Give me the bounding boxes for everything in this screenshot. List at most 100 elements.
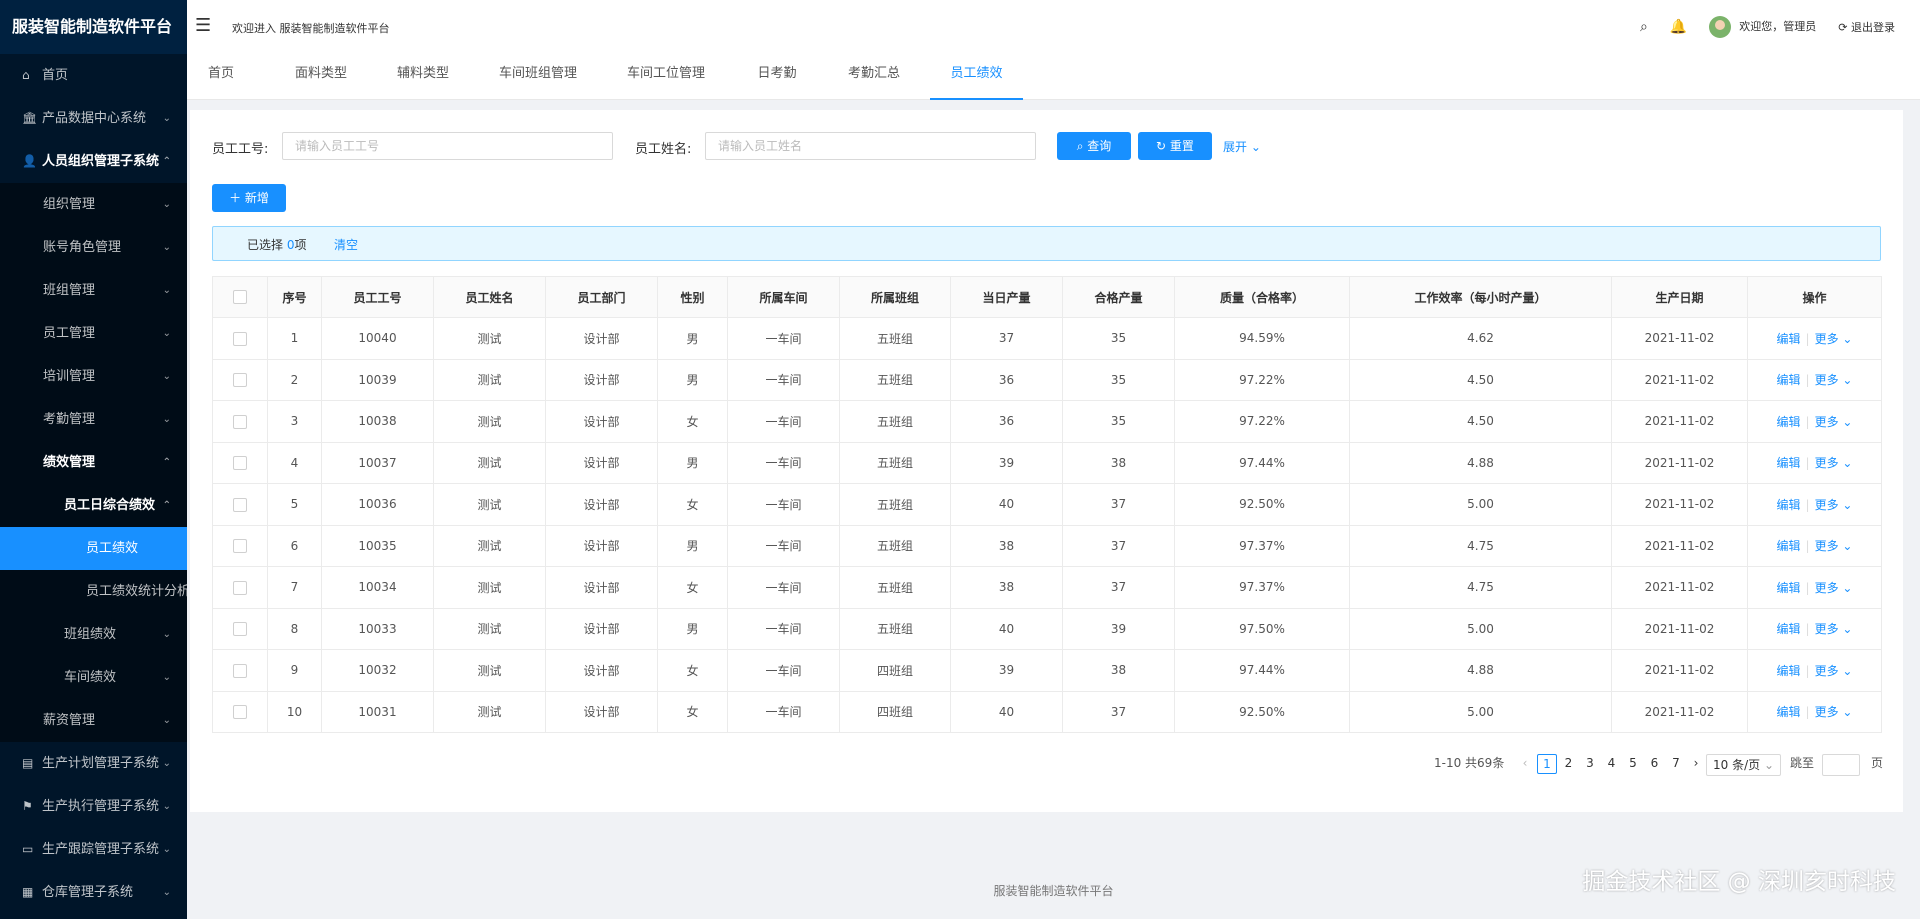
add-button[interactable]: ＋ 新增	[212, 184, 286, 212]
emp-name-input[interactable]: 请输入员工姓名	[705, 132, 1036, 160]
table-row[interactable]: 9 10032 测试 设计部女一车间 四班组 39 38 97.44% 4.88 2021-11-…	[212, 649, 1882, 692]
row-checkbox[interactable]	[233, 705, 247, 719]
row-checkbox-cell[interactable]	[212, 317, 268, 360]
row-checkbox[interactable]	[233, 456, 247, 470]
table-row[interactable]: 8 10033 测试 设计部男一车间 五班组 40 39 97.50% 5.00 2021-11-…	[212, 607, 1882, 650]
row-checkbox-cell[interactable]	[212, 566, 268, 609]
row-checkbox-cell[interactable]	[212, 358, 268, 401]
sidebar-item-emp-daily-perf[interactable]: 员工日综合绩效 ⌃	[0, 484, 187, 527]
table-row[interactable]: 10 10031 测试 设计部女一车间 四班组 40 37 92.50% 5.00 2021-11…	[212, 690, 1882, 733]
tab-workshop-team[interactable]: 车间班组管理	[498, 54, 578, 100]
edit-link[interactable]: 编辑	[1777, 498, 1801, 512]
sidebar-item-product-data[interactable]: 🏛 产品数据中心系统 ⌄	[0, 97, 187, 140]
table-row[interactable]: 2 10039 测试 设计部男一车间 五班组 36 35 97.22% 4.50 2021-11-…	[212, 358, 1882, 401]
row-checkbox[interactable]	[233, 497, 247, 512]
tab-employee-performance[interactable]: 员工绩效	[930, 54, 1023, 100]
more-dropdown[interactable]: 更多 ⌄	[1815, 664, 1853, 678]
table-row[interactable]: 7 10034 测试 设计部女一车间 五班组 38 37 97.37% 4.75 2021-11-…	[212, 566, 1882, 609]
edit-link[interactable]: 编辑	[1777, 456, 1801, 470]
sidebar-item-org[interactable]: 组织管理 ⌄	[0, 183, 187, 226]
bell-icon[interactable]: 🔔	[1670, 19, 1687, 35]
clear-selection-link[interactable]: 清空	[334, 236, 358, 253]
row-checkbox-cell[interactable]	[212, 400, 268, 443]
table-row[interactable]: 6 10035 测试 设计部男一车间 五班组 38 37 97.37% 4.75 2021-11-…	[212, 524, 1882, 567]
sidebar-item-home[interactable]: ⌂ 首页	[0, 54, 187, 97]
more-dropdown[interactable]: 更多 ⌄	[1815, 498, 1853, 512]
sidebar-item-team-perf[interactable]: 班组绩效 ⌄	[0, 613, 187, 656]
edit-link[interactable]: 编辑	[1777, 664, 1801, 678]
tab-fabric-type[interactable]: 面料类型	[293, 54, 349, 100]
more-dropdown[interactable]: 更多 ⌄	[1815, 456, 1853, 470]
sidebar-item-attendance[interactable]: 考勤管理 ⌄	[0, 398, 187, 441]
sidebar-item-account-role[interactable]: 账号角色管理 ⌄	[0, 226, 187, 269]
sidebar-item-emp-perf-stats[interactable]: 员工绩效统计分析	[0, 570, 187, 613]
edit-link[interactable]: 编辑	[1777, 705, 1801, 719]
more-dropdown[interactable]: 更多 ⌄	[1815, 581, 1853, 595]
reset-button[interactable]: ↻ 重置	[1138, 132, 1212, 160]
sidebar-item-hr-org[interactable]: 👤 人员组织管理子系统 ⌃	[0, 140, 187, 183]
row-checkbox-cell[interactable]	[212, 483, 268, 526]
row-checkbox[interactable]	[233, 414, 247, 429]
table-row[interactable]: 3 10038 测试 设计部女一车间 五班组 36 35 97.22% 4.50 2021-11-…	[212, 400, 1882, 443]
sidebar-item-warehouse[interactable]: ▦ 仓库管理子系统 ⌄	[0, 871, 187, 914]
page-2[interactable]: 2	[1559, 754, 1579, 774]
row-checkbox-cell[interactable]	[212, 441, 268, 484]
edit-link[interactable]: 编辑	[1777, 373, 1801, 387]
more-dropdown[interactable]: 更多 ⌄	[1815, 332, 1853, 346]
sidebar-item-employee[interactable]: 员工管理 ⌄	[0, 312, 187, 355]
page-6[interactable]: 6	[1645, 754, 1665, 774]
sidebar-item-team[interactable]: 班组管理 ⌄	[0, 269, 187, 312]
row-checkbox[interactable]	[233, 580, 247, 595]
more-dropdown[interactable]: 更多 ⌄	[1815, 373, 1853, 387]
sidebar-item-production-exec[interactable]: ⚑ 生产执行管理子系统 ⌄	[0, 785, 187, 828]
row-checkbox[interactable]	[233, 539, 247, 553]
edit-link[interactable]: 编辑	[1777, 622, 1801, 636]
select-all-checkbox[interactable]	[233, 290, 247, 305]
sidebar-item-emp-perf[interactable]: 员工绩效	[0, 527, 187, 570]
page-3[interactable]: 3	[1580, 754, 1600, 774]
sidebar-item-workshop-perf[interactable]: 车间绩效 ⌄	[0, 656, 187, 699]
more-dropdown[interactable]: 更多 ⌄	[1815, 539, 1853, 553]
tab-attendance-summary[interactable]: 考勤汇总	[846, 54, 902, 100]
more-dropdown[interactable]: 更多 ⌄	[1815, 622, 1853, 636]
user-menu[interactable]: 欢迎您，管理员	[1709, 16, 1816, 38]
logout-button[interactable]: ⟳ 退出登录	[1838, 19, 1895, 35]
page-size-select[interactable]: 10 条/页 ⌄	[1706, 754, 1782, 776]
sidebar-item-performance[interactable]: 绩效管理 ⌃	[0, 441, 187, 484]
page-4[interactable]: 4	[1602, 754, 1622, 774]
tab-home[interactable]: 首页	[201, 54, 241, 100]
search-icon[interactable]: ⌕	[1640, 19, 1648, 35]
jump-page-input[interactable]	[1822, 754, 1860, 776]
page-7[interactable]: 7	[1666, 754, 1686, 774]
page-1[interactable]: 1	[1537, 754, 1557, 774]
tab-workshop-station[interactable]: 车间工位管理	[626, 54, 706, 100]
sidebar-item-production-track[interactable]: ▭ 生产跟踪管理子系统 ⌄	[0, 828, 187, 871]
tab-daily-attendance[interactable]: 日考勤	[755, 54, 799, 100]
menu-fold-icon[interactable]: ☰	[195, 15, 211, 36]
more-dropdown[interactable]: 更多 ⌄	[1815, 415, 1853, 429]
edit-link[interactable]: 编辑	[1777, 332, 1801, 346]
table-row[interactable]: 5 10036 测试 设计部女一车间 五班组 40 37 92.50% 5.00 2021-11-…	[212, 483, 1882, 526]
row-checkbox[interactable]	[233, 331, 247, 346]
sidebar-item-salary[interactable]: 薪资管理 ⌄	[0, 699, 187, 742]
emp-no-input[interactable]: 请输入员工工号	[282, 132, 613, 160]
query-button[interactable]: ⌕ 查询	[1057, 132, 1131, 160]
row-checkbox-cell[interactable]	[212, 607, 268, 650]
edit-link[interactable]: 编辑	[1777, 539, 1801, 553]
sidebar-item-training[interactable]: 培训管理 ⌄	[0, 355, 187, 398]
row-checkbox-cell[interactable]	[212, 524, 268, 567]
row-checkbox-cell[interactable]	[212, 649, 268, 692]
expand-toggle[interactable]: 展开 ⌄	[1223, 138, 1261, 155]
next-page-icon[interactable]: ›	[1686, 754, 1706, 774]
row-checkbox[interactable]	[233, 622, 247, 636]
row-checkbox-cell[interactable]	[212, 690, 268, 733]
tab-accessory-type[interactable]: 辅料类型	[395, 54, 451, 100]
select-all-checkbox-cell[interactable]	[212, 276, 268, 318]
sidebar-item-production-plan[interactable]: ▤ 生产计划管理子系统 ⌄	[0, 742, 187, 785]
table-row[interactable]: 1 10040 测试 设计部男一车间 五班组 37 35 94.59% 4.62 2021-11-…	[212, 317, 1882, 360]
row-checkbox[interactable]	[233, 373, 247, 387]
prev-page-icon[interactable]: ‹	[1515, 754, 1535, 774]
table-row[interactable]: 4 10037 测试 设计部男一车间 五班组 39 38 97.44% 4.88 2021-11-…	[212, 441, 1882, 484]
edit-link[interactable]: 编辑	[1777, 415, 1801, 429]
page-5[interactable]: 5	[1623, 754, 1643, 774]
